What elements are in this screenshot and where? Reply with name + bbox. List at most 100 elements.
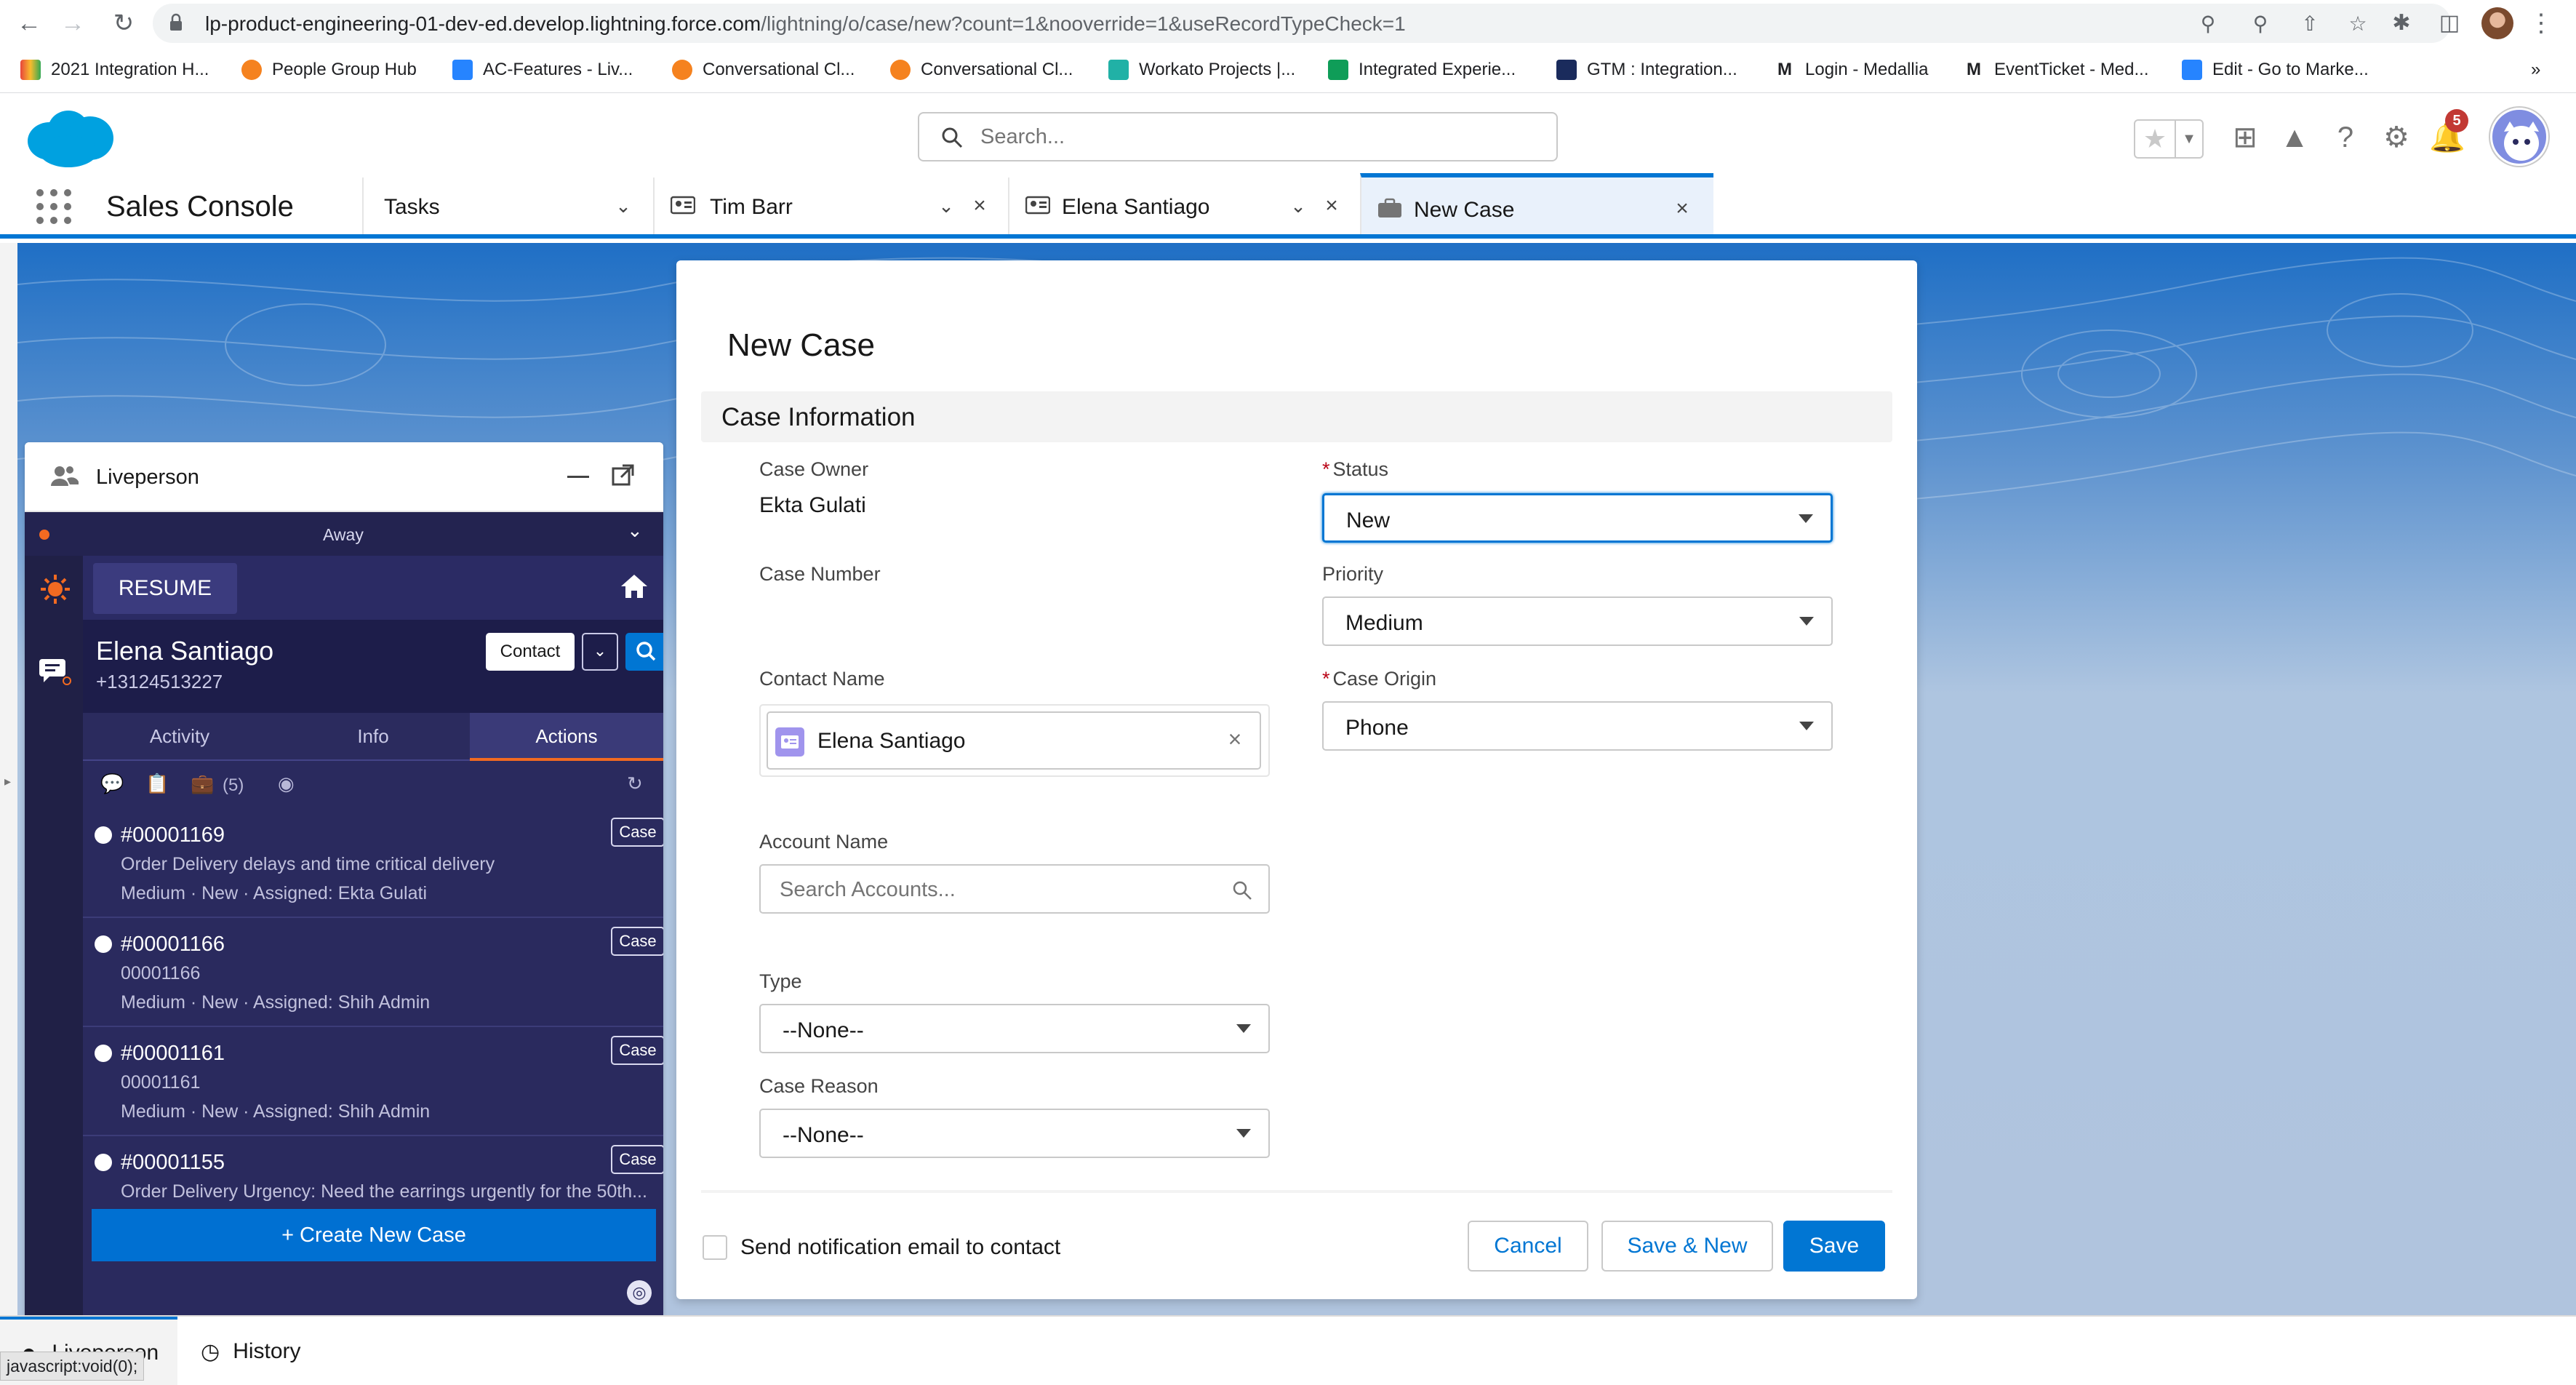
list-item[interactable]: #00001166 Case 00001166 Medium · New · A… <box>83 918 663 1027</box>
binoculars-icon[interactable]: ◉ <box>278 773 295 797</box>
status-select[interactable]: New <box>1322 493 1833 543</box>
minimize-icon[interactable] <box>567 476 589 478</box>
tab-activity[interactable]: Activity <box>83 713 276 761</box>
section-header[interactable]: Case Information <box>701 391 1892 442</box>
global-actions-plus-icon[interactable]: ⊞ <box>2227 119 2263 156</box>
close-icon[interactable]: × <box>1670 196 1695 221</box>
global-search-input[interactable] <box>980 121 1533 153</box>
case-button[interactable]: Case <box>611 818 663 847</box>
help-icon[interactable]: ? <box>2327 119 2364 156</box>
type-select[interactable]: --None-- <box>759 1004 1270 1053</box>
tab-actions[interactable]: Actions <box>470 713 663 761</box>
popout-icon[interactable] <box>611 463 636 487</box>
bookmark-star-icon[interactable]: ☆ <box>2346 12 2369 36</box>
chevron-down-icon[interactable]: ⌄ <box>627 519 643 542</box>
browser-profile-avatar[interactable] <box>2481 7 2513 39</box>
list-item[interactable]: #00001169 Case Order Delivery delays and… <box>83 809 663 918</box>
contact-pill[interactable]: Elena Santiago × <box>767 711 1261 770</box>
favorite-star-icon[interactable]: ★ <box>2135 121 2176 157</box>
tab-elena-santiago[interactable]: Elena Santiago ⌄ × <box>1008 177 1360 234</box>
tab-tim-barr[interactable]: Tim Barr ⌄ × <box>653 177 1008 234</box>
liveperson-sun-icon[interactable] <box>39 573 71 605</box>
globe-icon[interactable]: ◎ <box>627 1280 652 1305</box>
contact-card-icon <box>1025 196 1050 215</box>
close-icon[interactable]: × <box>1319 193 1344 218</box>
bookmark-item[interactable]: GTM : Integration... <box>1556 57 1737 83</box>
list-item[interactable]: #00001155 Case Order Delivery Urgency: N… <box>83 1136 663 1209</box>
side-panel-icon[interactable]: ◫ <box>2436 10 2463 36</box>
agent-status-bar[interactable]: Away ⌄ <box>25 512 663 556</box>
list-item[interactable]: #00001161 Case 00001161 Medium · New · A… <box>83 1027 663 1136</box>
utility-item-history[interactable]: ◷ History <box>196 1317 301 1385</box>
bookmark-item[interactable]: Conversational Cl... <box>890 57 1073 83</box>
cancel-button[interactable]: Cancel <box>1468 1221 1588 1272</box>
share-icon[interactable]: ⇧ <box>2298 12 2321 36</box>
bookmark-item[interactable]: People Group Hub <box>241 57 417 83</box>
chevron-down-icon[interactable]: ▼ <box>2176 121 2202 157</box>
case-origin-select[interactable]: Phone <box>1322 701 1833 751</box>
app-launcher-icon[interactable] <box>36 189 71 224</box>
chat-bubble-icon[interactable] <box>38 653 71 687</box>
home-icon[interactable] <box>620 572 649 601</box>
bookmark-item[interactable]: Integrated Experie... <box>1328 57 1516 83</box>
chevron-down-icon[interactable]: ⌄ <box>934 193 959 218</box>
case-radio[interactable] <box>95 935 112 953</box>
case-button[interactable]: Case <box>611 1036 663 1065</box>
send-notification-checkbox[interactable] <box>703 1235 727 1260</box>
favorites-button-group[interactable]: ★ ▼ <box>2134 119 2204 159</box>
close-icon[interactable]: × <box>967 193 992 218</box>
chevron-down-icon[interactable]: ⌄ <box>1286 193 1311 218</box>
bookmark-item[interactable]: M Login - Medallia <box>1775 57 1928 83</box>
workato-icon <box>1108 60 1129 80</box>
chevron-down-icon[interactable]: ⌄ <box>611 193 636 218</box>
bookmark-item[interactable]: 2021 Integration H... <box>20 57 209 83</box>
save-and-new-button[interactable]: Save & New <box>1601 1221 1773 1272</box>
forward-arrow-icon[interactable]: → <box>55 6 90 41</box>
briefcase-check-icon[interactable]: 💼 <box>191 773 214 797</box>
bookmark-item[interactable]: Workato Projects |... <box>1108 57 1295 83</box>
trailhead-icon[interactable]: ▲ <box>2276 119 2313 156</box>
case-button[interactable]: Case <box>611 927 663 956</box>
case-reason-select[interactable]: --None-- <box>759 1109 1270 1158</box>
salesforce-cloud-icon[interactable] <box>22 106 116 170</box>
extensions-icon[interactable]: ✱ <box>2388 10 2415 36</box>
case-button[interactable]: Case <box>611 1145 663 1174</box>
tab-new-case[interactable]: New Case × <box>1360 173 1713 234</box>
chat-filter-icon[interactable]: 💬 <box>100 773 124 797</box>
account-search-input[interactable] <box>780 874 1216 905</box>
contact-button[interactable]: Contact <box>486 633 575 671</box>
nav-item-tasks[interactable]: Tasks ⌄ <box>362 177 653 234</box>
collapse-caret-icon[interactable]: ▸ <box>4 774 11 789</box>
bookmark-item[interactable]: Conversational Cl... <box>672 57 855 83</box>
priority-select[interactable]: Medium <box>1322 596 1833 646</box>
save-button[interactable]: Save <box>1783 1221 1885 1272</box>
contact-dropdown-chevron-icon[interactable]: ⌄ <box>582 633 618 671</box>
account-name-field[interactable] <box>759 864 1270 914</box>
bookmark-item[interactable]: M EventTicket - Med... <box>1964 57 2149 83</box>
reload-icon[interactable]: ↻ <box>106 6 141 41</box>
contact-search-button[interactable] <box>625 633 663 671</box>
menu-kebab-icon[interactable]: ⋮ <box>2528 10 2554 36</box>
tab-info[interactable]: Info <box>276 713 470 761</box>
bookmark-item[interactable]: AC-Features - Liv... <box>452 57 633 83</box>
key-icon[interactable]: ⚲ <box>2196 12 2220 36</box>
send-notification-label[interactable]: Send notification email to contact <box>740 1235 1060 1260</box>
global-search[interactable] <box>918 112 1558 161</box>
case-radio[interactable] <box>95 1045 112 1062</box>
contact-lookup-field[interactable]: Elena Santiago × <box>759 704 1270 777</box>
bookmark-item[interactable]: Edit - Go to Marke... <box>2182 57 2369 83</box>
clear-selection-close-icon[interactable]: × <box>1219 723 1251 755</box>
bookmarks-overflow-icon[interactable]: » <box>2531 57 2540 83</box>
case-radio[interactable] <box>95 1154 112 1171</box>
create-new-case-button[interactable]: + Create New Case <box>92 1209 656 1261</box>
back-arrow-icon[interactable]: ← <box>12 6 47 41</box>
refresh-icon[interactable]: ↻ <box>627 773 643 797</box>
user-avatar[interactable] <box>2490 108 2548 166</box>
utility-bar: ☻ Liveperson ◷ History <box>0 1315 2576 1385</box>
setup-gear-icon[interactable]: ⚙ <box>2378 119 2415 156</box>
resume-button[interactable]: RESUME <box>93 563 237 614</box>
case-radio[interactable] <box>95 826 112 844</box>
zoom-icon[interactable]: ⚲ <box>2249 12 2272 36</box>
address-bar[interactable]: lp-product-engineering-01-dev-ed.develop… <box>153 4 2451 43</box>
clipboard-icon[interactable]: 📋 <box>145 773 169 797</box>
